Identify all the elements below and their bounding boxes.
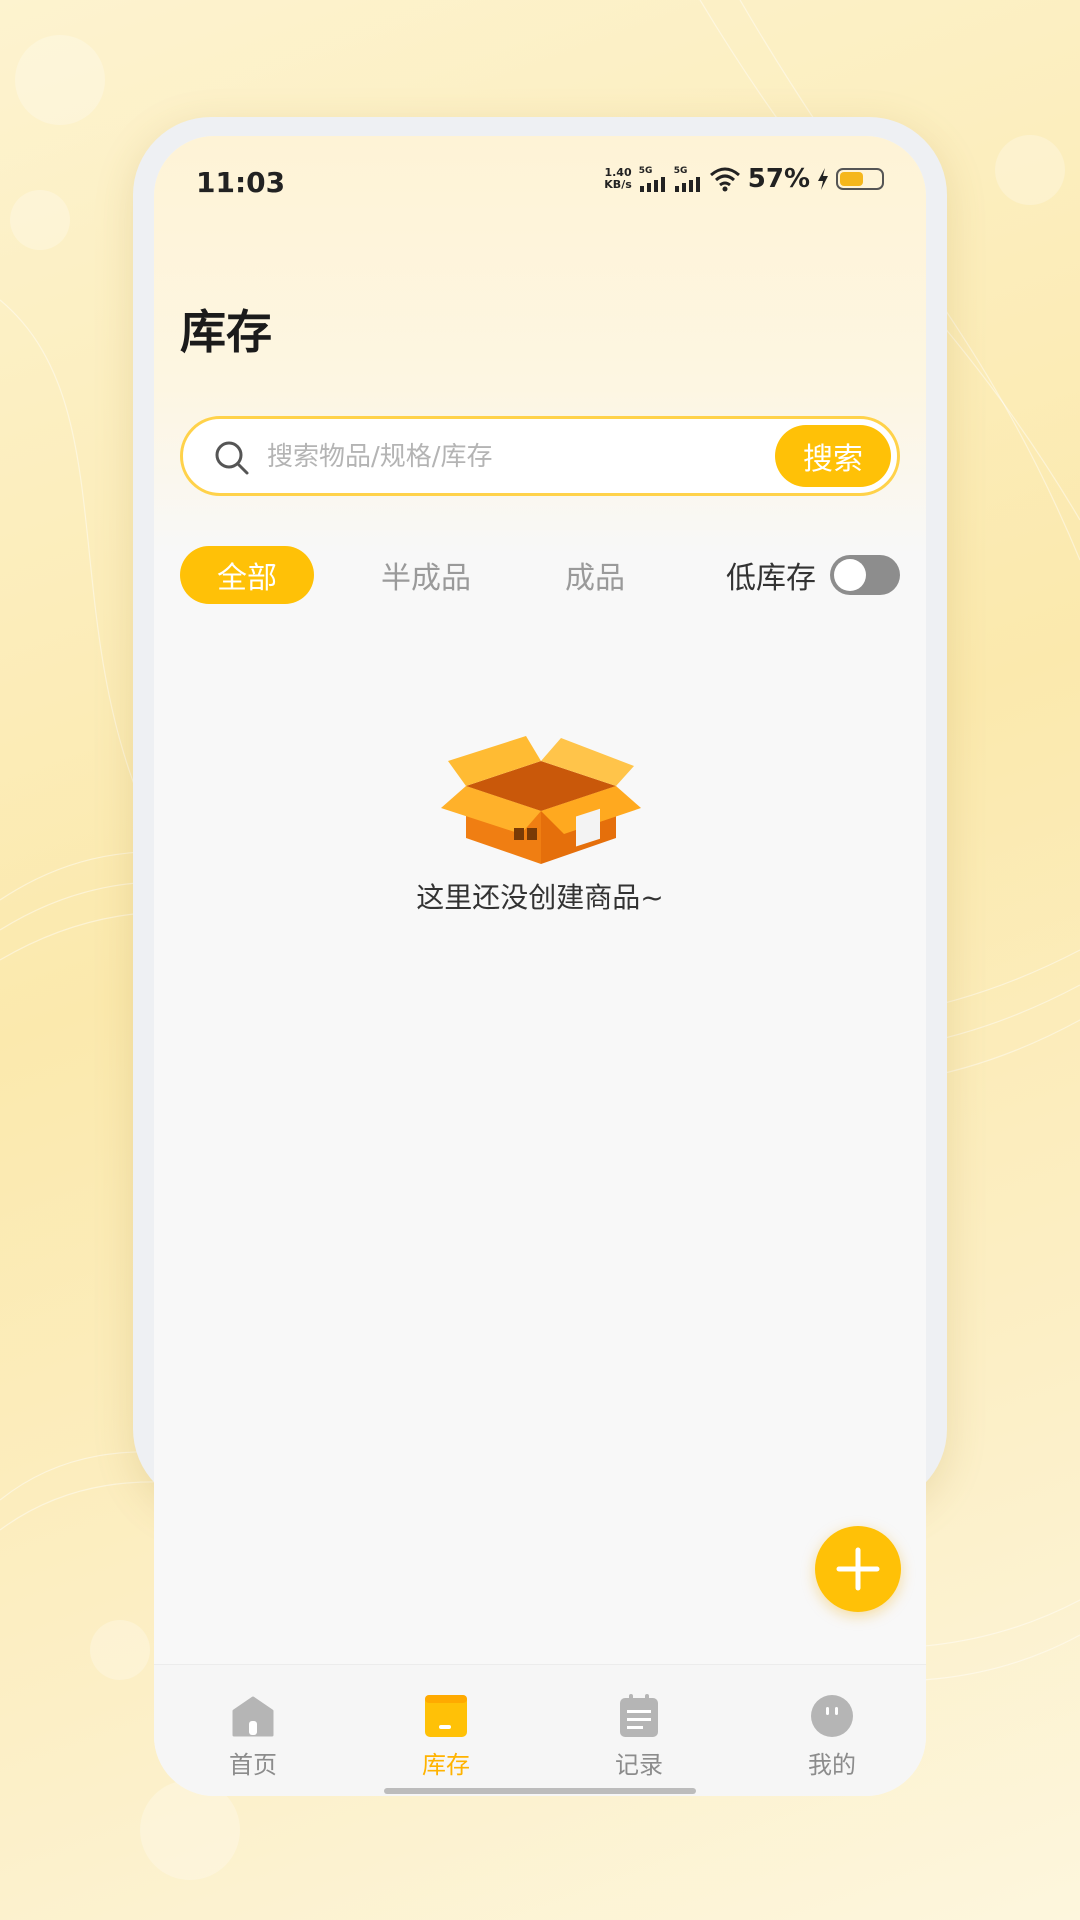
charging-icon	[818, 168, 828, 190]
network-speed-unit: KB/s	[604, 178, 632, 191]
clipboard-icon	[620, 1694, 658, 1737]
open-box-illustration	[441, 736, 641, 864]
signal-bars-icon	[674, 177, 700, 192]
home-icon	[232, 1696, 274, 1737]
low-stock-toggle[interactable]	[830, 555, 900, 595]
plus-icon	[836, 1547, 880, 1591]
bottom-navigation: 首页 库存 记录 我的	[154, 1664, 926, 1796]
nav-item-home[interactable]: 首页	[193, 1693, 313, 1780]
category-tabs: 全部 半成品 成品 低库存	[180, 546, 900, 606]
empty-state-message: 这里还没创建商品~	[416, 881, 664, 914]
nav-item-profile[interactable]: 我的	[772, 1693, 892, 1780]
tab-all[interactable]: 全部	[180, 546, 314, 604]
signal-label: 5G	[638, 166, 653, 176]
status-indicators: 1.40 KB/s 5G 5G 57%	[604, 164, 884, 194]
low-stock-filter: 低库存	[726, 546, 900, 604]
search-button[interactable]: 搜索	[775, 425, 891, 487]
search-input[interactable]	[267, 433, 747, 481]
nav-label-home: 首页	[229, 1751, 277, 1779]
signal-bars-icon	[639, 177, 665, 192]
network-speed: 1.40 KB/s	[604, 167, 631, 191]
app-screen: 11:03 1.40 KB/s 5G 5G 57% 库存 搜索物品/规格/库存 …	[154, 136, 926, 1796]
nav-item-inventory[interactable]: 库存	[386, 1693, 506, 1780]
tab-semi-finished[interactable]: 半成品	[356, 546, 496, 604]
page-title: 库存	[180, 305, 272, 359]
add-item-button[interactable]	[815, 1526, 901, 1612]
nav-label-profile: 我的	[808, 1751, 856, 1779]
signal-5g-1: 5G	[639, 166, 667, 192]
search-bar: 搜索	[180, 416, 900, 496]
toggle-knob	[834, 559, 866, 591]
battery-level	[840, 172, 863, 186]
low-stock-label: 低库存	[726, 561, 816, 596]
search-icon	[215, 441, 249, 475]
status-bar: 11:03 1.40 KB/s 5G 5G 57%	[154, 136, 926, 232]
wifi-icon	[709, 167, 740, 192]
status-time: 11:03	[196, 166, 286, 199]
home-indicator[interactable]	[384, 1788, 696, 1794]
nav-label-records: 记录	[615, 1751, 663, 1779]
nav-label-inventory: 库存	[422, 1751, 470, 1779]
battery-percent: 57%	[747, 164, 810, 194]
signal-label: 5G	[673, 166, 688, 176]
profile-icon	[811, 1695, 853, 1737]
signal-5g-2: 5G	[674, 166, 702, 192]
battery-icon	[836, 168, 884, 190]
inventory-icon	[425, 1695, 467, 1737]
nav-item-records[interactable]: 记录	[579, 1693, 699, 1780]
tab-finished[interactable]: 成品	[540, 546, 650, 604]
